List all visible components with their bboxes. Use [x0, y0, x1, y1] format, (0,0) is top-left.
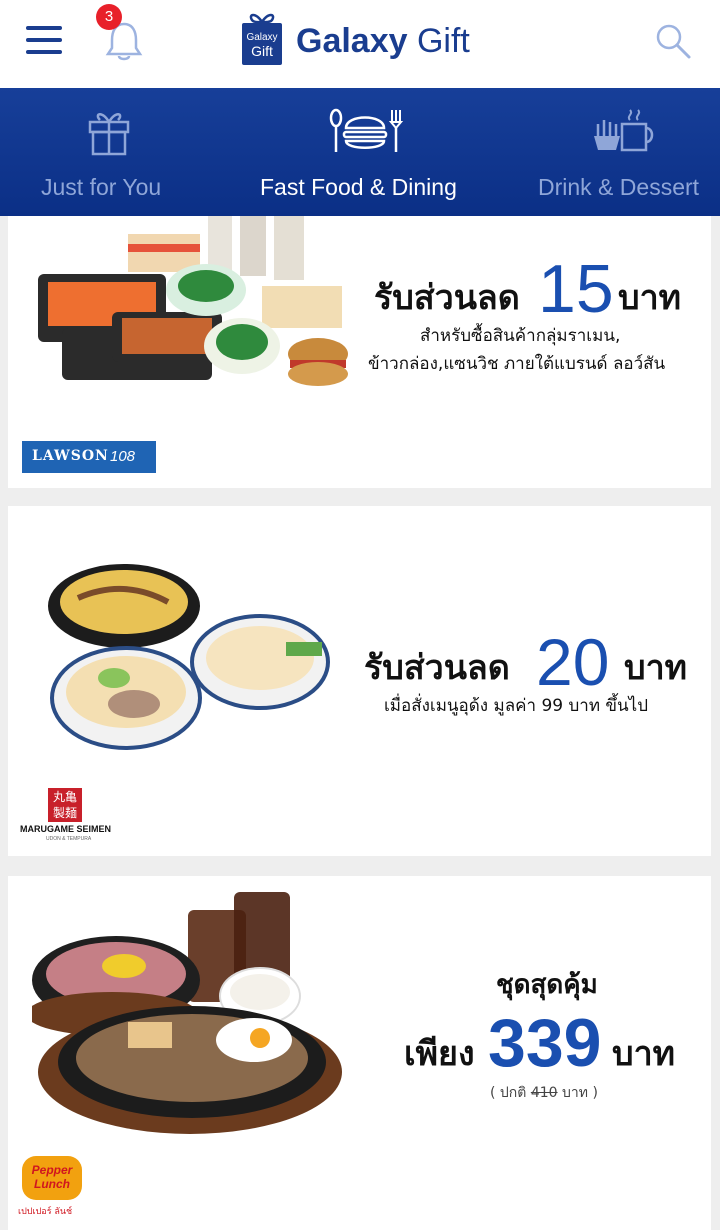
brand-logo-text: MARUGAME SEIMEN [20, 824, 112, 834]
logo-box-line2: Gift [251, 43, 273, 59]
tab-drink-dessert[interactable]: Drink & Dessert [520, 88, 720, 216]
app-title: Galaxy Gift [296, 22, 470, 66]
brand-logo-pepper-lunch: Pepper Lunch เปปเปอร์ ลันช์ [18, 1156, 88, 1220]
note-suffix: บาท ) [562, 1085, 598, 1101]
tab-fast-food-dining[interactable]: Fast Food & Dining [240, 88, 490, 216]
brand-logo-thai: เปปเปอร์ ลันช์ [18, 1207, 73, 1217]
food-image [38, 558, 358, 778]
food-image [36, 216, 356, 396]
offer-headline: รับส่วนลด [364, 648, 510, 688]
offer-description-line1: สำหรับซื้อสินค้ากลุ่มราเมน, [420, 326, 621, 346]
tab-just-for-you[interactable]: Just for You [0, 88, 220, 216]
note-prefix: ( ปกติ [490, 1085, 527, 1101]
brand-logo-sub: UDON & TEMPURA [46, 836, 92, 842]
brand-logo-lawson: LAWSON 108 [22, 441, 156, 473]
offer-card-pepper-lunch[interactable]: ชุดสุดคุ้ม เพียง 339 บาท ( ปกติ 410 บาท … [8, 876, 711, 1230]
brand-logo-kanji: 丸亀製麺 [48, 788, 82, 822]
offer-description-line1: เมื่อสั่งเมนูอุด้ง มูลค่า 99 บาท ขึ้นไป [384, 696, 649, 716]
currency-unit: บาท [612, 1034, 676, 1074]
tab-label: Drink & Dessert [538, 174, 700, 200]
drink-icon [592, 106, 656, 160]
offer-headline: รับส่วนลด [374, 270, 520, 324]
app-title-secondary: Gift [416, 22, 470, 60]
headline-prefix: รับส่วนลด [374, 278, 520, 318]
galaxy-gift-logo-icon: Galaxy Gift [240, 10, 284, 66]
discount-amount: 15 [538, 251, 614, 327]
currency-unit: บาท [624, 648, 688, 688]
offer-description-line2: ข้าวกล่อง,แซนวิช ภายใต้แบรนด์ ลอว์สัน [368, 354, 666, 374]
brand-logo-text: LAWSON [32, 448, 109, 464]
app-title-primary: Galaxy [296, 22, 408, 60]
brand-logo-suffix: 108 [110, 448, 136, 465]
search-icon[interactable] [654, 22, 692, 60]
food-image [26, 886, 352, 1146]
brand-logo-text: Pepper Lunch [22, 1156, 82, 1200]
offer-headline-top: ชุดสุดคุ้ม [496, 970, 598, 1000]
category-tabs: Just for You Fast Food & Dining Drink & … [0, 88, 720, 216]
tab-label: Fast Food & Dining [260, 174, 457, 200]
logo-box-line1: Galaxy [246, 32, 277, 43]
tab-label: Just for You [41, 174, 162, 200]
dining-icon [328, 106, 404, 160]
brand-logo-marugame: 丸亀製麺 MARUGAME SEIMEN UDON & TEMPURA [20, 788, 120, 844]
hamburger-icon[interactable] [26, 26, 62, 54]
notification-badge: 3 [96, 4, 122, 30]
old-price: 410 [530, 1085, 558, 1101]
currency-unit: บาท [618, 278, 682, 318]
discount-amount: 20 [536, 625, 610, 699]
offer-card-marugame[interactable]: รับส่วนลด 20 บาท เมื่อสั่งเมนูอุด้ง มูลค… [8, 506, 711, 856]
top-app-bar: 3 Galaxy Gift Galaxy Gift [0, 0, 720, 88]
offer-headline: เพียง [404, 1034, 475, 1074]
offer-card-lawson[interactable]: รับส่วนลด 15 บาท สำหรับซื้อสินค้ากลุ่มรา… [8, 216, 711, 488]
gift-icon [86, 106, 132, 160]
price-amount: 339 [488, 1005, 602, 1081]
regular-price-note: ( ปกติ 410 บาท ) [490, 1082, 598, 1104]
